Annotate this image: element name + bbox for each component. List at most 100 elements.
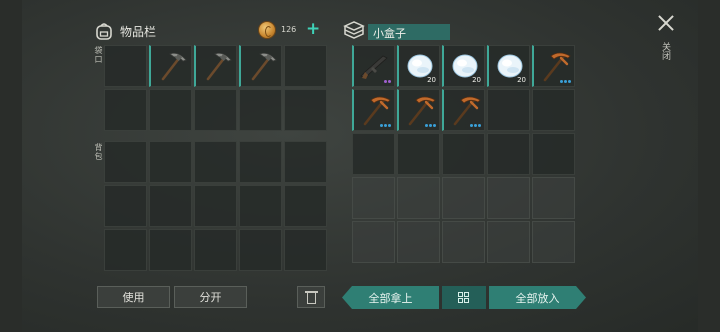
backpack-grid xyxy=(104,141,327,271)
inventory-slot[interactable] xyxy=(442,221,485,263)
hotbar-grid xyxy=(104,45,327,131)
inventory-slot[interactable] xyxy=(397,89,440,131)
inventory-slot[interactable] xyxy=(284,45,327,87)
inventory-slot[interactable] xyxy=(149,141,192,183)
inventory-slot[interactable] xyxy=(352,89,395,131)
quality-dot xyxy=(388,80,391,83)
sort-icon xyxy=(458,291,470,304)
pocket-label: 袋口 xyxy=(94,46,103,64)
quality-dot xyxy=(564,80,567,83)
inventory-slot[interactable] xyxy=(149,229,192,271)
inventory-slot[interactable] xyxy=(104,45,147,87)
inventory-slot[interactable] xyxy=(104,89,147,131)
inventory-slot[interactable] xyxy=(194,185,237,227)
coin-count: 126 xyxy=(281,25,297,34)
use-button[interactable]: 使用 xyxy=(97,286,170,308)
screen-edge-right xyxy=(698,0,720,332)
take-all-button[interactable]: 全部拿上 xyxy=(342,286,439,309)
sort-button[interactable] xyxy=(442,286,486,309)
quality-dot xyxy=(568,80,571,83)
quality-dot xyxy=(560,80,563,83)
inventory-slot[interactable] xyxy=(442,177,485,219)
stone-pickaxe-icon xyxy=(251,52,277,81)
inventory-slot[interactable] xyxy=(194,45,237,87)
copper-pickaxe-icon xyxy=(543,52,571,82)
inventory-slot[interactable] xyxy=(532,133,575,175)
inventory-slot[interactable] xyxy=(442,89,485,131)
container-header xyxy=(343,19,365,41)
quality-dots xyxy=(470,124,481,127)
inventory-slot[interactable]: 20 xyxy=(442,45,485,87)
inventory-slot[interactable] xyxy=(532,221,575,263)
inventory-slot[interactable] xyxy=(284,229,327,271)
inventory-slot[interactable] xyxy=(194,141,237,183)
container-grid: 20 20 20 xyxy=(352,45,575,263)
inventory-slot[interactable] xyxy=(487,89,530,131)
inventory-slot[interactable] xyxy=(532,45,575,87)
inventory-title: 物品栏 xyxy=(120,24,157,39)
rifle-icon xyxy=(360,55,388,79)
item-quantity: 20 xyxy=(517,76,526,84)
stone-pickaxe-icon xyxy=(206,52,232,81)
quality-dot xyxy=(429,124,432,127)
close-icon[interactable] xyxy=(655,12,677,34)
put-all-button[interactable]: 全部放入 xyxy=(489,286,586,309)
coin-icon xyxy=(258,21,276,39)
quality-dot xyxy=(388,124,391,127)
screen-edge-left xyxy=(0,0,22,332)
add-coins-button[interactable]: + xyxy=(306,19,320,39)
quality-dot xyxy=(474,124,477,127)
inventory-slot[interactable] xyxy=(239,45,282,87)
inventory-slot[interactable] xyxy=(239,141,282,183)
inventory-slot[interactable] xyxy=(352,133,395,175)
stone-pickaxe-icon xyxy=(161,52,187,81)
inventory-slot[interactable] xyxy=(239,185,282,227)
split-button[interactable]: 分开 xyxy=(174,286,247,308)
quality-dot xyxy=(384,124,387,127)
box-icon xyxy=(343,21,365,39)
inventory-slot[interactable] xyxy=(149,89,192,131)
quality-dot xyxy=(380,124,383,127)
inventory-slot[interactable] xyxy=(284,141,327,183)
inventory-slot[interactable] xyxy=(149,45,192,87)
inventory-slot[interactable] xyxy=(284,89,327,131)
copper-pickaxe-icon xyxy=(453,96,481,126)
inventory-slot[interactable] xyxy=(532,89,575,131)
inventory-slot[interactable]: 20 xyxy=(487,45,530,87)
inventory-slot[interactable] xyxy=(397,133,440,175)
inventory-slot[interactable] xyxy=(149,185,192,227)
copper-pickaxe-icon xyxy=(363,96,391,126)
item-quantity: 20 xyxy=(427,76,436,84)
inventory-slot[interactable] xyxy=(194,229,237,271)
inventory-slot[interactable] xyxy=(239,229,282,271)
quality-dot xyxy=(425,124,428,127)
inventory-slot[interactable] xyxy=(487,133,530,175)
container-title: 小盒子 xyxy=(373,27,406,40)
quality-dot xyxy=(478,124,481,127)
inventory-slot[interactable] xyxy=(397,221,440,263)
inventory-slot[interactable] xyxy=(352,177,395,219)
inventory-slot[interactable]: 20 xyxy=(397,45,440,87)
inventory-slot[interactable] xyxy=(104,185,147,227)
backpack-label: 背包 xyxy=(94,143,103,161)
copper-pickaxe-icon xyxy=(408,96,436,126)
inventory-slot[interactable] xyxy=(352,221,395,263)
trash-button[interactable] xyxy=(297,286,325,308)
inventory-slot[interactable] xyxy=(194,89,237,131)
item-quantity: 20 xyxy=(472,76,481,84)
inventory-slot[interactable] xyxy=(397,177,440,219)
inventory-slot[interactable] xyxy=(532,177,575,219)
close-label[interactable]: 关闭 xyxy=(659,42,672,60)
inventory-slot[interactable] xyxy=(487,221,530,263)
inventory-slot[interactable] xyxy=(104,141,147,183)
quality-dot xyxy=(384,80,387,83)
inventory-slot[interactable] xyxy=(239,89,282,131)
inventory-slot[interactable] xyxy=(352,45,395,87)
inventory-slot[interactable] xyxy=(104,229,147,271)
inventory-slot[interactable] xyxy=(442,133,485,175)
quality-dots xyxy=(560,80,571,83)
quality-dots xyxy=(425,124,436,127)
inventory-slot[interactable] xyxy=(487,177,530,219)
quality-dot xyxy=(470,124,473,127)
inventory-slot[interactable] xyxy=(284,185,327,227)
